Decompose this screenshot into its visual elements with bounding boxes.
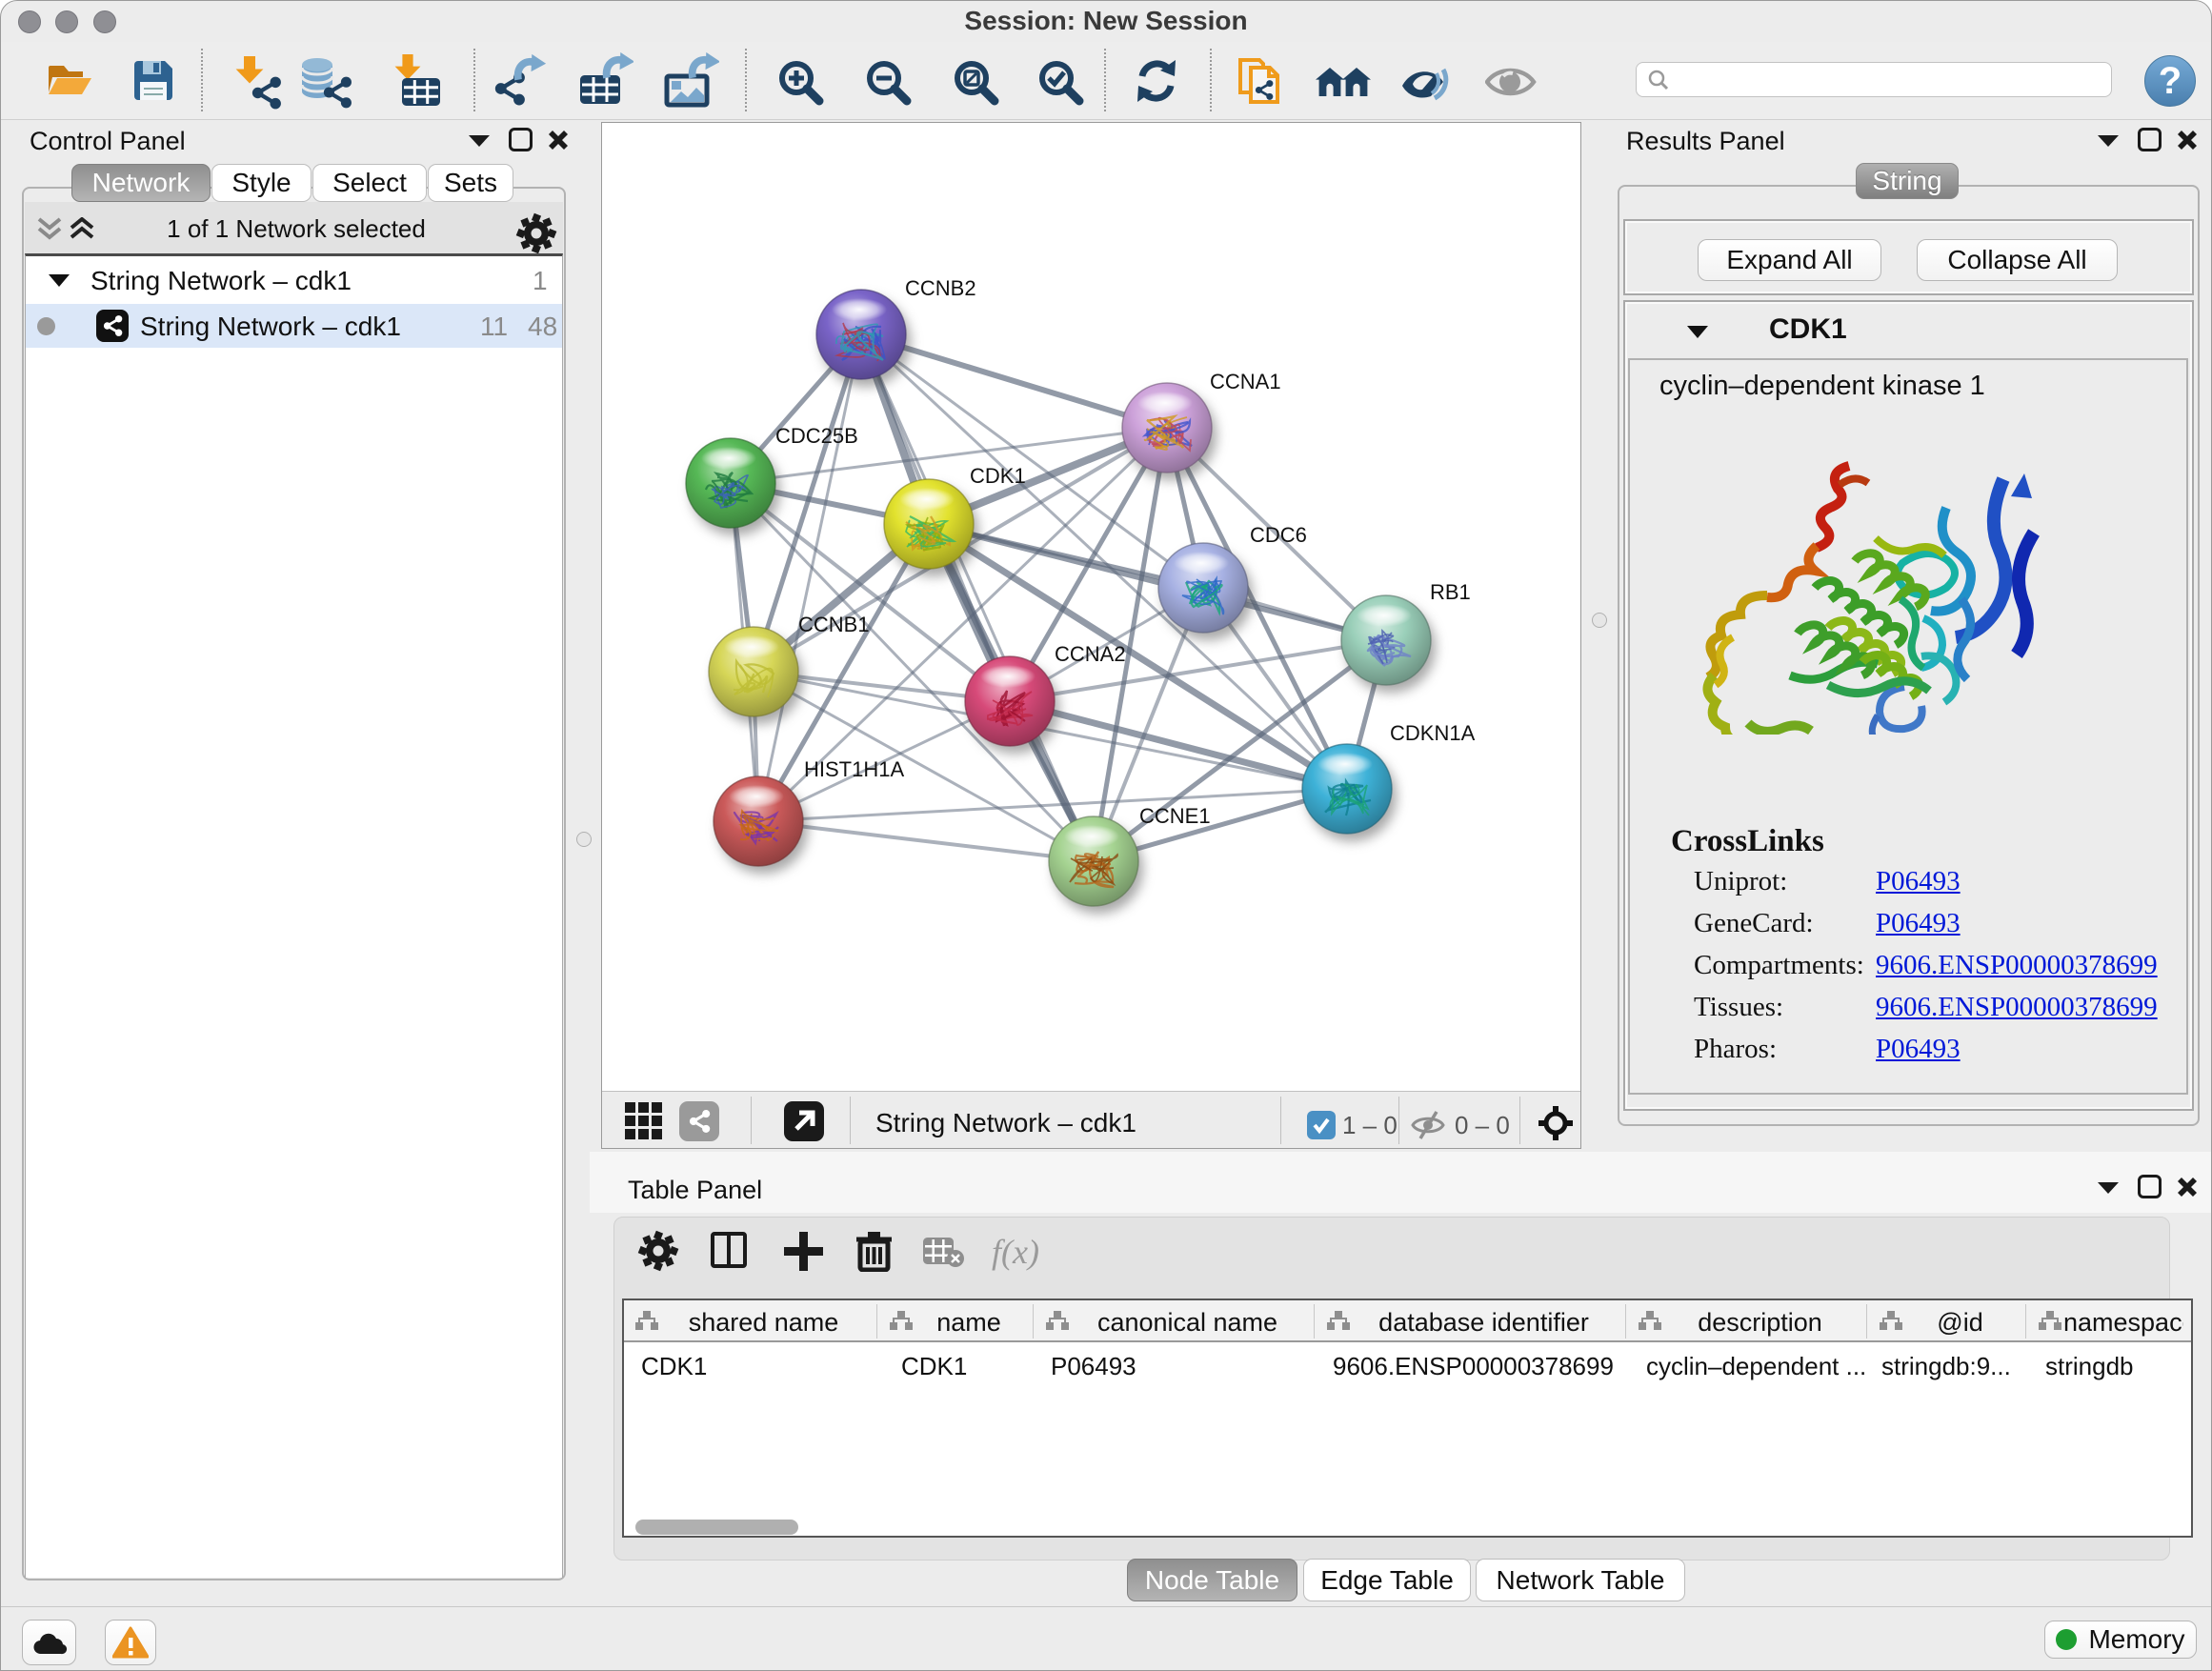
svg-text:HIST1H1A: HIST1H1A [804, 757, 904, 781]
svg-text:CCNE1: CCNE1 [1139, 804, 1211, 828]
svg-text:CCNB2: CCNB2 [905, 276, 976, 300]
svg-text:CDKN1A: CDKN1A [1390, 721, 1476, 745]
svg-text:CCNA1: CCNA1 [1210, 370, 1281, 393]
svg-text:CCNA2: CCNA2 [1055, 642, 1126, 666]
svg-text:CDC6: CDC6 [1250, 523, 1307, 547]
svg-text:CDC25B: CDC25B [775, 424, 858, 448]
svg-text:RB1: RB1 [1430, 580, 1471, 604]
svg-text:CDK1: CDK1 [970, 464, 1026, 488]
svg-text:CCNB1: CCNB1 [798, 613, 870, 636]
